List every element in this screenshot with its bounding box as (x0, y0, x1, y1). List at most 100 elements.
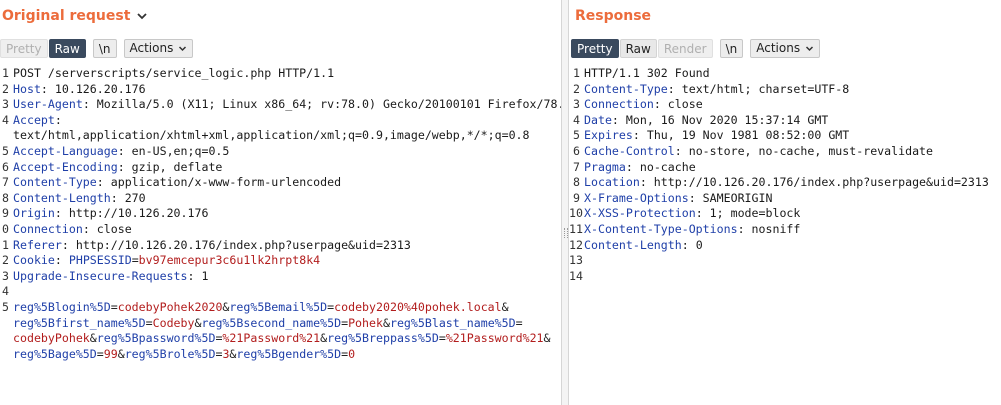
line-number: 8 (573, 175, 580, 190)
line-content: Expires: Thu, 19 Nov 1981 08:52:00 GMT (584, 128, 849, 144)
line-number: 10 (569, 206, 583, 221)
header-colon: : (96, 175, 104, 190)
line-content: reg%5Blogin%5D=codebyPohek2020 & reg%5Bema… (13, 300, 509, 316)
code-line: 2 Cookie: PHPSESSID=bv97emcepur3c6u1lk2hr… (0, 253, 561, 269)
header-name: Content-Length (584, 237, 682, 252)
tab-render[interactable]: Render (657, 38, 713, 58)
actions-button[interactable]: Actions (123, 38, 194, 58)
response-toolbar: Pretty Raw Render \n Actions (571, 38, 821, 58)
line-number: 4 (2, 284, 9, 299)
code-line: 3 User-Agent: Mozilla/5.0 (X11; Linux x86… (0, 97, 561, 113)
header-colon: : (674, 143, 682, 158)
actions-button[interactable]: Actions (750, 38, 821, 58)
line-number: 6 (573, 143, 580, 158)
code-line: 4 Accept: (0, 113, 561, 129)
header-colon: : (737, 221, 745, 236)
code-line: 9 X-Frame-Options: SAMEORIGIN (569, 191, 1001, 207)
header-value: Mon, 16 Nov 2020 15:37:14 GMT (618, 112, 829, 127)
tab-pretty[interactable]: Pretty (571, 38, 619, 58)
cookie-name: PHPSESSID (68, 253, 132, 268)
header-colon: : (110, 190, 118, 205)
header-value: close (660, 97, 703, 112)
code-line: 5 Accept-Language: en-US,en;q=0.5 (0, 144, 561, 160)
header-value: text/html; charset=UTF-8 (674, 81, 850, 96)
param-name: reg%5Bemail%5D (229, 299, 328, 314)
line-number: 12 (569, 237, 583, 252)
line-number: 1 (2, 237, 9, 252)
param-value: Codeby (152, 315, 195, 330)
code-line: 1 Referer: http://10.126.20.176/index.php… (0, 238, 561, 254)
line-number: 7 (2, 175, 9, 190)
header-value: 10.126.20.176 (47, 81, 146, 96)
chevron-down-icon[interactable] (136, 10, 148, 22)
param-name: reg%5Bage%5D (13, 346, 97, 361)
param-name: reg%5Breppass%5D (327, 331, 439, 346)
response-pane: Response Pretty Raw Render \n Actions 1H… (569, 0, 1001, 405)
code-line: 10 X-XSS-Protection: 1; mode=block (569, 206, 1001, 222)
line-number: 2 (573, 81, 580, 96)
line-number: 3 (2, 268, 9, 283)
code-line: 1 HTTP/1.1 302 Found (569, 66, 1001, 82)
line-number: 1 (2, 66, 9, 80)
line-number: 11 (569, 221, 583, 236)
line-number: 0 (2, 221, 9, 236)
actions-label: Actions (756, 40, 801, 55)
param-name: reg%5Bgender%5D (236, 346, 342, 361)
param-value: 0 (348, 346, 356, 361)
param-name: reg%5Blogin%5D (13, 299, 111, 314)
header-name: X-XSS-Protection (584, 206, 696, 221)
header-colon: : (61, 237, 69, 252)
param-value: codebyPohek2020 (117, 299, 223, 314)
pane-splitter[interactable] (561, 0, 569, 405)
line-number: 9 (573, 190, 580, 205)
header-colon: : (117, 143, 125, 158)
line-content: Origin: http://10.126.20.176 (13, 206, 208, 222)
line-content: Content-Type: text/html; charset=UTF-8 (584, 82, 849, 98)
header-name: Upgrade-Insecure-Requests (13, 268, 188, 283)
line-content: Connection: close (13, 222, 132, 238)
header-name: Date (584, 112, 612, 127)
line-number: 1 (573, 66, 580, 80)
param-value: codebyPohek (13, 331, 90, 346)
header-name: Referer (13, 237, 62, 252)
header-name: Content-Type (13, 175, 97, 190)
request-toolbar: Pretty Raw \n Actions (0, 38, 194, 58)
header-colon: : (40, 81, 48, 96)
code-line: 8 Location: http://10.126.20.176/index.ph… (569, 175, 1001, 191)
newline-toggle-button[interactable]: \n (719, 38, 744, 58)
line-text: HTTP/1.1 302 Found (584, 66, 710, 80)
code-line: 7 Pragma: no-cache (569, 160, 1001, 176)
tab-pretty[interactable]: Pretty (0, 38, 48, 58)
line-number: 4 (2, 112, 9, 127)
response-editor[interactable]: 1 HTTP/1.1 302 Found 2 Content-Type: text/h… (569, 66, 1001, 405)
code-line: 2 Host: 10.126.20.176 (0, 82, 561, 98)
header-value: 270 (117, 190, 146, 205)
chevron-down-icon (179, 45, 187, 51)
param-value: %21Password%21 (445, 331, 544, 346)
line-content: Date: Mon, 16 Nov 2020 15:37:14 GMT (584, 113, 828, 129)
param-equals: = (145, 315, 153, 330)
header-value: gzip, deflate (124, 159, 223, 174)
header-value: application/x-www-form-urlencoded (103, 175, 342, 190)
request-pane: Original request Pretty Raw \n Actions 1… (0, 0, 561, 405)
tab-raw[interactable]: Raw (619, 38, 657, 58)
newline-toggle-button[interactable]: \n (92, 38, 117, 58)
line-text: text/html,application/xhtml+xml,applicat… (13, 128, 530, 143)
line-number: 3 (2, 97, 9, 112)
header-name: Pragma (584, 159, 626, 174)
header-value: Mozilla/5.0 (X11; Linux x86_64; rv:78.0)… (89, 97, 561, 112)
param-value: Pohek (348, 315, 383, 330)
actions-label: Actions (129, 40, 174, 55)
line-content: X-Content-Type-Options: nosniff (584, 222, 800, 238)
code-line: 1 POST /serverscripts/service_logic.php H… (0, 66, 561, 82)
line-content: Accept-Language: en-US,en;q=0.5 (13, 144, 229, 160)
param-separator: & (543, 331, 551, 346)
request-editor[interactable]: 1 POST /serverscripts/service_logic.php H… (0, 66, 561, 405)
line-number (0, 331, 13, 347)
tab-raw[interactable]: Raw (48, 38, 86, 58)
code-line: 0 Connection: close (0, 222, 561, 238)
line-content: Location: http://10.126.20.176/index.php… (584, 175, 989, 191)
line-content: Accept-Encoding: gzip, deflate (13, 160, 222, 176)
header-value: http://10.126.20.176/index.php?userpage&… (646, 175, 989, 190)
code-line: 6 Accept-Encoding: gzip, deflate (0, 160, 561, 176)
